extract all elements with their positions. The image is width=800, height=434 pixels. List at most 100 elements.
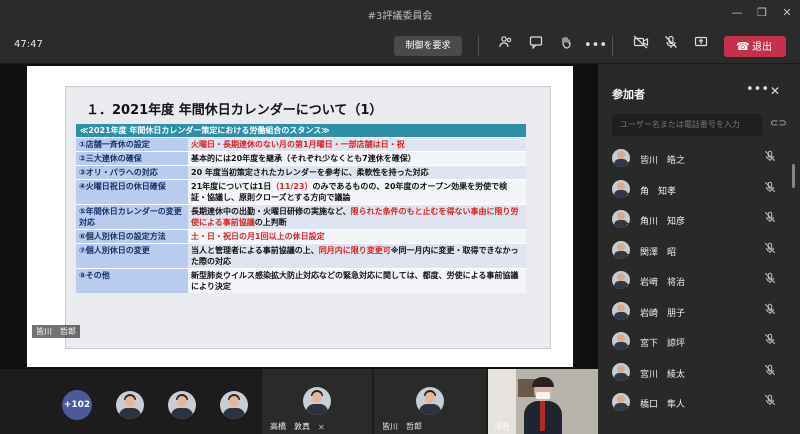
participant-search-input[interactable]	[612, 114, 762, 136]
participant-row[interactable]: 宮下 諒坪	[612, 329, 792, 360]
shared-screen: １．2021年度 年間休日カレンダーについて（1） ≪2021年度 年間休日カレ…	[27, 66, 573, 367]
video-tile-live[interactable]: 河合	[488, 369, 598, 434]
policy-row: ③オリ・パラへの対応 20 年度当初策定されたカレンダーを参考に、柔軟性を持った対…	[76, 164, 526, 179]
policy-table: ≪2021年度 年間休日カレンダー策定における労働組合のスタンス≫ ①店舗一斉休…	[76, 124, 526, 293]
avatar	[612, 362, 630, 381]
meeting-toolbar: 47:47 制御を要求 ••• ☎ 退出	[0, 26, 800, 64]
policy-highlight-text: 同月内に限り変更可	[318, 245, 391, 255]
policy-text: 21年度については1日	[191, 181, 272, 191]
participant-name: 角川 知彦	[640, 217, 686, 227]
raise-hand-icon[interactable]	[555, 35, 577, 57]
close-window-icon[interactable]: ✕	[778, 4, 796, 22]
window-title: #3評議委員会	[367, 11, 433, 22]
avatar	[612, 240, 630, 259]
policy-highlight-text: 土・日・祝日の月1回以上の休日設定	[191, 231, 325, 241]
close-icon[interactable]: ✕	[770, 84, 780, 98]
status-dot	[625, 253, 630, 259]
tile-name: 皆川 哲郎	[382, 422, 422, 431]
participant-list: 皆川 皓之角 知孝角川 知彦関澤 昭岩﨑 将治岩崎 朋子宮下 諒坪宮川 綾太橋口…	[612, 146, 792, 421]
status-dot	[625, 406, 630, 411]
status-dot	[625, 345, 630, 350]
policy-row: ⑧その他 新型肺炎ウイルス感染拡大防止対応などの緊急対応に関しては、都度、労使によ…	[76, 267, 526, 293]
mic-off-icon	[764, 242, 776, 257]
policy-text: の上判断	[254, 217, 287, 227]
policy-text: 長期連休中の出勤・火曜日研修の実施など、	[191, 206, 351, 216]
maximize-icon[interactable]: ❐	[753, 4, 771, 22]
leave-label: 退出	[752, 42, 772, 53]
policy-highlight-text: 火曜日・長期連休のない月の第1月曜日・一部店舗は日・祝	[191, 139, 405, 149]
window-titlebar: #3評議委員会 — ❐ ✕	[0, 0, 800, 26]
policy-row: ④火曜日祝日の休日確保 21年度については1日（11/23）のみであるものの、20…	[76, 178, 526, 204]
mic-off-icon	[764, 394, 776, 409]
people-icon[interactable]	[495, 35, 517, 57]
mic-off-icon[interactable]	[660, 35, 682, 57]
participant-name: 関澤 昭	[640, 247, 677, 258]
policy-value: 当人と管理者による事前協議の上、同月内に限り変更可※同一月内に変更・取得できなか…	[188, 242, 526, 268]
slide-title: １．2021年度 年間休日カレンダーについて（1）	[86, 103, 383, 118]
status-dot	[625, 314, 630, 320]
policy-text: 20 年度当初策定されたカレンダーを参考に、柔軟性を持った対応	[191, 167, 429, 177]
participant-avatar	[168, 391, 196, 419]
participant-name: 岩﨑 将治	[640, 278, 686, 288]
avatar	[612, 301, 630, 320]
phone-hangup-icon: ☎	[736, 40, 750, 53]
leave-button[interactable]: ☎ 退出	[724, 36, 786, 57]
policy-row: ②三大連休の確保 基本的には20年度を継承（それぞれ少なくとも7連休を確保）	[76, 150, 526, 165]
chat-icon[interactable]	[525, 35, 547, 57]
participants-panel: 参加者 ••• ✕ ⊂⊃ 皆川 皓之角 知孝角川 知彦関澤 昭岩﨑 将治岩崎 朋…	[598, 64, 800, 434]
policy-row: ⑤年間休日カレンダーの変更対応 長期連休中の出勤・火曜日研修の実施など、限られた条…	[76, 203, 526, 229]
policy-value: 21年度については1日（11/23）のみであるものの、20年度のオープン効果を労…	[188, 178, 526, 204]
participant-name: 皆川 皓之	[640, 156, 686, 166]
policy-highlight-text: （11/23）	[271, 181, 313, 191]
mic-off-icon: ✕	[318, 423, 325, 432]
participant-gallery: +102 高橋 敦真 ✕ 皆川 哲郎 河合	[0, 369, 598, 434]
policy-row: ⑦個人別休日の変更 当人と管理者による事前協議の上、同月内に限り変更可※同一月内に…	[76, 242, 526, 268]
policy-key: ①店舗一斉休の設定	[76, 136, 188, 151]
participant-row[interactable]: 皆川 皓之	[612, 146, 792, 177]
more-icon[interactable]: •••	[584, 35, 607, 57]
policy-row: ⑥個人別休日の設定方法 土・日・祝日の月1回以上の休日設定	[76, 228, 526, 243]
policy-value: 新型肺炎ウイルス感染拡大防止対応などの緊急対応に関しては、都度、労使による事前協…	[188, 267, 526, 293]
avatar	[612, 393, 630, 411]
more-options-icon[interactable]: •••	[746, 82, 769, 97]
policy-value: 土・日・祝日の月1回以上の休日設定	[188, 228, 526, 243]
mic-off-icon	[764, 364, 776, 379]
tile-name: 河合	[494, 422, 510, 431]
participant-row[interactable]: 角 知孝	[612, 177, 792, 208]
policy-text: 基本的には20年度を継承（それぞれ少なくとも7連休を確保）	[191, 153, 416, 163]
video-tile[interactable]: 皆川 哲郎	[374, 369, 486, 434]
policy-value: 長期連休中の出勤・火曜日研修の実施など、限られた条件のもと止むを得ない事由に限り…	[188, 203, 526, 229]
panel-title: 参加者	[612, 88, 645, 101]
minimize-icon[interactable]: —	[728, 4, 746, 22]
policy-text: 当人と管理者による事前協議の上、	[191, 245, 319, 255]
camera-off-icon[interactable]	[630, 35, 652, 57]
avatar	[612, 332, 630, 350]
status-dot	[625, 192, 630, 198]
participant-row[interactable]: 橋口 隼人	[612, 390, 792, 421]
more-participants-badge[interactable]: +102	[62, 390, 92, 420]
link-icon[interactable]: ⊂⊃	[770, 118, 787, 129]
presenter-name-label: 皆川 哲郎	[32, 325, 80, 338]
participant-row[interactable]: 岩﨑 将治	[612, 268, 792, 299]
video-tile[interactable]: 高橋 敦真 ✕	[262, 369, 372, 434]
policy-key: ⑥個人別休日の設定方法	[76, 228, 188, 243]
scrollbar[interactable]	[792, 164, 795, 188]
share-screen-icon[interactable]	[690, 35, 712, 57]
mic-off-icon	[764, 303, 776, 318]
participant-row[interactable]: 宮川 綾太	[612, 360, 792, 391]
participant-name: 宮下 諒坪	[640, 339, 686, 349]
participant-row[interactable]: 関澤 昭	[612, 238, 792, 269]
participant-row[interactable]: 角川 知彦	[612, 207, 792, 238]
status-dot	[625, 375, 630, 381]
policy-value: 20 年度当初策定されたカレンダーを参考に、柔軟性を持った対応	[188, 164, 526, 179]
policy-value: 基本的には20年度を継承（それぞれ少なくとも7連休を確保）	[188, 150, 526, 165]
toolbar-divider	[478, 36, 479, 56]
request-control-button[interactable]: 制御を要求	[394, 36, 462, 56]
mic-off-icon	[764, 333, 776, 348]
participant-name: 宮川 綾太	[640, 369, 686, 380]
avatar	[612, 210, 630, 228]
participant-name: 橋口 隼人	[640, 400, 686, 410]
policy-row: ①店舗一斉休の設定 火曜日・長期連休のない月の第1月曜日・一部店舗は日・祝	[76, 136, 526, 151]
participant-row[interactable]: 岩崎 朋子	[612, 299, 792, 330]
policy-table-header: ≪2021年度 年間休日カレンダー策定における労働組合のスタンス≫	[76, 124, 526, 137]
